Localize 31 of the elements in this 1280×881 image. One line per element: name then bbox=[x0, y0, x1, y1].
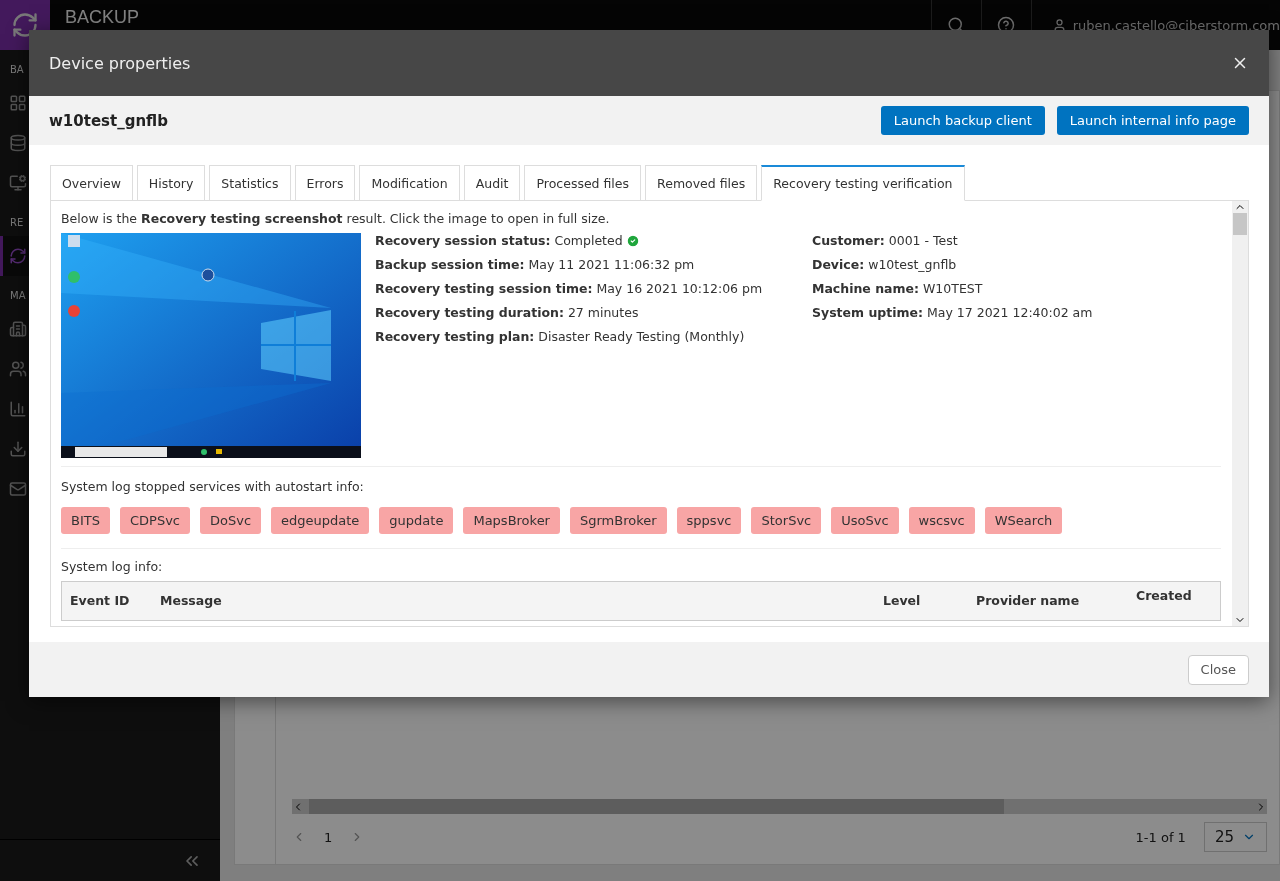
detail-text: Backup session time: May 11 2021 11:06:32 pm bbox=[375, 257, 695, 272]
sidebar-section-label: RE bbox=[10, 217, 24, 228]
dialog-title: Device properties bbox=[49, 53, 191, 73]
service-tag: gupdate bbox=[379, 507, 454, 534]
service-tag: UsoSvc bbox=[831, 507, 899, 534]
service-tag: DoSvc bbox=[200, 507, 262, 534]
services-label: System log stopped services with autostart info: bbox=[61, 479, 365, 494]
device-name: w10test_gnflb bbox=[49, 111, 169, 130]
detail-text: Recovery testing duration: 27 minutes bbox=[375, 305, 639, 320]
detail-text: Device: w10test_gnflb bbox=[812, 257, 957, 272]
service-tag: wscsvc bbox=[908, 507, 975, 534]
intro-text: Below is the Recovery testing screenshot result. Click the image to open in full size. bbox=[61, 211, 611, 226]
detail-text: Recovery session status: Completed bbox=[375, 233, 623, 248]
sidebar-section-label: BA bbox=[10, 64, 24, 75]
service-tag: edgeupdate bbox=[271, 507, 370, 534]
detail-text: Machine name: W10TEST bbox=[812, 281, 983, 296]
service-tag: CDPSvc bbox=[119, 507, 190, 534]
sidebar-section-label: MA bbox=[10, 290, 26, 301]
detail-text: Recovery testing session time: May 16 2021 10:12:06 pm bbox=[375, 281, 763, 296]
service-tag: SgrmBroker bbox=[569, 507, 667, 534]
detail-text: Recovery testing plan: Disaster Ready Testing (Monthly) bbox=[375, 329, 745, 344]
service-tag: BITS bbox=[61, 507, 110, 534]
detail-text: System uptime: May 17 2021 12:40:02 am bbox=[812, 305, 1093, 320]
service-tag: WSearch bbox=[984, 507, 1063, 534]
app-title: BACKUP bbox=[65, 8, 140, 26]
page-range: 1-1 of 1 bbox=[1135, 829, 1186, 845]
service-tag: StorSvc bbox=[751, 507, 822, 534]
service-tag: MapsBroker bbox=[463, 507, 560, 534]
log-label: System log info: bbox=[61, 559, 164, 574]
service-tag: sppsvc bbox=[676, 507, 742, 534]
detail-text: Customer: 0001 - Test bbox=[812, 233, 958, 248]
